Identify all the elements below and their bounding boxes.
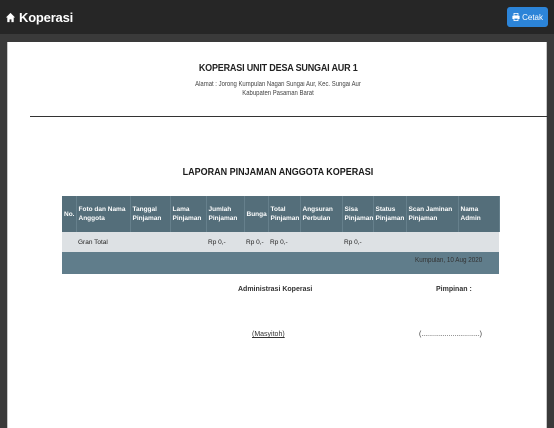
column-header: Tanggal Pinjaman bbox=[130, 196, 171, 232]
column-header-line: Pinjaman bbox=[344, 215, 374, 222]
column-header-line: Admin bbox=[460, 215, 481, 222]
column-header-line: Pinjaman bbox=[408, 215, 438, 222]
column-header: Sisa Pinjaman bbox=[342, 196, 374, 232]
column-header-line: Total bbox=[270, 206, 286, 213]
column-header-line: Tanggal bbox=[132, 206, 157, 213]
column-header-line: Angsuran bbox=[302, 206, 333, 213]
column-header: Status Pinjaman bbox=[373, 196, 407, 232]
column-header: Total Pinjaman bbox=[268, 196, 301, 232]
column-header-line: No. bbox=[64, 210, 75, 218]
column-header-line: Lama bbox=[172, 206, 190, 213]
print-button[interactable]: Cetak bbox=[507, 7, 548, 27]
column-header-line: Anggota bbox=[78, 215, 105, 222]
report-title-text: LAPORAN PINJAMAN ANGGOTA KOPERASI bbox=[182, 167, 374, 178]
column-header-line: Scan Jaminan bbox=[408, 206, 453, 213]
column-header-line: Pinjaman bbox=[208, 215, 238, 222]
org-name: KOPERASI UNIT DESA SUNGAI AUR 1 bbox=[198, 63, 358, 74]
admin-signature-title: Administrasi Koperasi bbox=[238, 286, 313, 293]
total-cell bbox=[373, 232, 406, 252]
column-header: Lama Pinjaman bbox=[170, 196, 207, 232]
column-header: Bunga bbox=[244, 196, 269, 232]
column-header: No. bbox=[62, 196, 77, 232]
column-header: Foto dan Nama Anggota bbox=[76, 196, 131, 232]
total-cell: Rp 0,- bbox=[206, 232, 244, 252]
home-icon bbox=[5, 12, 16, 22]
table-header-row: No. Foto dan Nama Anggota Tanggal Pinjaman La… bbox=[62, 196, 500, 232]
column-header-line: Status bbox=[375, 206, 396, 213]
org-address-line2: Kabupaten Pasaman Barat bbox=[242, 90, 314, 97]
report-title: LAPORAN PINJAMAN ANGGOTA KOPERASI bbox=[8, 167, 548, 178]
total-cell bbox=[458, 232, 499, 252]
print-button-label: Cetak bbox=[522, 12, 543, 22]
column-header-line: Foto dan Nama bbox=[78, 206, 126, 213]
print-icon bbox=[512, 13, 520, 21]
column-header-line: Pinjaman bbox=[132, 215, 162, 222]
org-address-line1: Alamat : Jorong Kumpulan Nagari Sungai A… bbox=[195, 81, 361, 88]
column-header-line: Jumlah bbox=[208, 206, 232, 213]
leader-signature-title: Pimpinan : bbox=[436, 286, 472, 293]
column-header-line: Pinjaman bbox=[270, 215, 300, 222]
total-cell bbox=[300, 232, 342, 252]
grand-total-row: Gran Total Rp 0,- Rp 0,- Rp 0,- Rp 0,- bbox=[62, 232, 499, 252]
signature-date: Kumpulan, 10 Aug 2020 bbox=[415, 257, 483, 264]
report-letterhead: KOPERASI UNIT DESA SUNGAI AUR 1 Alamat :… bbox=[8, 58, 548, 98]
brand[interactable]: Koperasi bbox=[5, 10, 73, 25]
column-header-line: Sisa bbox=[344, 206, 358, 213]
total-cell: Gran Total bbox=[76, 232, 130, 252]
total-cell: Rp 0,- bbox=[342, 232, 373, 252]
column-header: Scan Jaminan Pinjaman bbox=[406, 196, 459, 232]
column-header-line: Pinjaman bbox=[172, 215, 202, 222]
column-header-line: Nama bbox=[460, 206, 479, 213]
total-cell bbox=[130, 232, 170, 252]
report-sheet: KOPERASI UNIT DESA SUNGAI AUR 1 Alamat :… bbox=[7, 42, 548, 428]
app-title: Koperasi bbox=[19, 9, 74, 25]
total-cell: Rp 0,- bbox=[244, 232, 268, 252]
total-cell bbox=[170, 232, 206, 252]
leader-signature-name: (..............................) bbox=[419, 331, 483, 338]
column-header: Angsuran Perbulan bbox=[300, 196, 343, 232]
column-header-line: Bunga bbox=[246, 210, 267, 218]
column-header-line: Perbulan bbox=[302, 215, 331, 222]
column-header: Jumlah Pinjaman bbox=[206, 196, 245, 232]
total-cell: Rp 0,- bbox=[268, 232, 300, 252]
top-navbar: Koperasi Cetak bbox=[0, 0, 554, 34]
column-header: Nama Admin bbox=[458, 196, 500, 232]
letterhead-divider bbox=[30, 116, 548, 117]
admin-signature-name: (Masyitoh) bbox=[252, 331, 285, 338]
total-cell bbox=[62, 232, 76, 252]
column-header-line: Pinjaman bbox=[375, 215, 405, 222]
total-cell bbox=[406, 232, 458, 252]
